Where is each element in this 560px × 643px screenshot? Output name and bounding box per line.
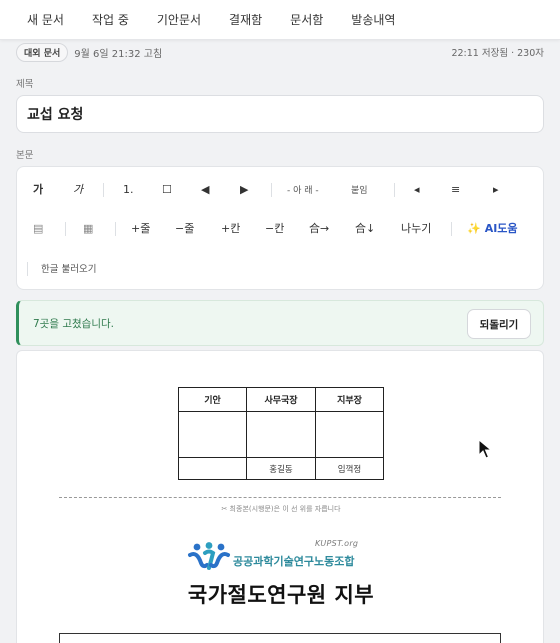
prev-arrow-icon[interactable]: ◀ [201, 183, 209, 197]
ai-help-label: AI도움 [484, 222, 518, 235]
approval-sign-cell[interactable] [178, 411, 247, 458]
title-label: 제목 [16, 79, 34, 90]
toolbar-divider [27, 262, 28, 276]
align-right-icon[interactable]: ▸ [493, 183, 499, 197]
union-logo-icon [188, 542, 230, 570]
toolbar-divider [65, 222, 66, 236]
save-status: 22:11 저장됨 · 230자 [451, 48, 544, 59]
fix-notice-message: 7곳을 고쳤습니다. [33, 317, 114, 330]
approval-header-branch-head: 지부장 [315, 387, 384, 412]
delete-row-button[interactable]: −줄 [175, 222, 194, 236]
sparkle-icon: ✨ [467, 222, 481, 235]
toolbar-divider [451, 222, 452, 236]
logo-org-name: 공공과학기술연구노동조합 [233, 555, 355, 568]
body-label: 본문 [16, 150, 34, 161]
mouse-cursor-icon [478, 439, 492, 459]
tab-new-doc[interactable]: 새 문서 [27, 11, 64, 28]
import-hwp-button[interactable]: 한글 불러오기 [41, 263, 96, 277]
toolbar-divider [394, 183, 395, 197]
tab-sent[interactable]: 발송내역 [351, 11, 395, 28]
approval-header-draft: 기안 [178, 387, 247, 412]
toolbar-divider [103, 183, 104, 197]
checkbox-button[interactable]: ☐ [162, 183, 172, 197]
next-arrow-icon[interactable]: ▶ [240, 183, 248, 197]
approval-table: 기안 사무국장 지부장 홍길동 임꺽정 [178, 387, 384, 480]
table-icon[interactable]: ▦ [83, 222, 93, 236]
approval-sign-cell[interactable] [315, 411, 384, 458]
tab-in-progress[interactable]: 작업 중 [92, 11, 129, 28]
approval-header-secretary: 사무국장 [246, 387, 316, 412]
bold-button[interactable]: 가 [33, 183, 43, 197]
title-input[interactable]: 교섭 요청 [16, 95, 544, 133]
cut-line [59, 497, 501, 498]
doc-meta-row: 대외 문서 9월 6일 21:32 고침 22:11 저장됨 · 230자 [16, 41, 544, 63]
editor-toolbar: 가 가 1. ☐ ◀ ▶ - 아 래 - 붙임 ◂ ≡ ▸ ▤ ▦ +줄 −줄 … [16, 166, 544, 290]
union-logo: KUPST.org 공공과학기술연구노동조합 [187, 539, 387, 573]
add-column-button[interactable]: +칸 [221, 222, 240, 236]
merge-right-button[interactable]: 合→ [309, 222, 329, 236]
toolbar-divider [115, 222, 116, 236]
edited-time: 9월 6일 21:32 고침 [74, 48, 163, 60]
approval-name-cell: 임꺽정 [315, 457, 384, 480]
delete-column-button[interactable]: −칸 [265, 222, 284, 236]
merge-down-button[interactable]: 合↓ [355, 222, 375, 236]
tab-drafts[interactable]: 기안문서 [157, 11, 201, 28]
fix-notice-banner: 7곳을 고쳤습니다. 되돌리기 [16, 300, 544, 346]
quote-block-icon[interactable]: ▤ [33, 222, 43, 236]
logo-site-name: KUPST.org [315, 539, 359, 548]
ordered-list-button[interactable]: 1. [123, 183, 134, 197]
split-cell-button[interactable]: 나누기 [401, 222, 431, 236]
top-nav: 새 문서 작업 중 기안문서 결재함 문서함 발송내역 [0, 0, 560, 40]
document-preview: 기안 사무국장 지부장 홍길동 임꺽정 ✂ 최종본(시행문)은 이 선 위를 자… [16, 350, 544, 643]
tab-approval-box[interactable]: 결재함 [229, 11, 262, 28]
document-body-box[interactable] [59, 633, 501, 643]
cut-line-note: ✂ 최종본(시행문)은 이 선 위를 자릅니다 [221, 505, 341, 513]
tab-doc-box[interactable]: 문서함 [290, 11, 323, 28]
document-title: 국가절도연구원 지부 [187, 583, 375, 607]
italic-button[interactable]: 가 [73, 183, 83, 197]
approval-name-cell: 홍길동 [246, 457, 316, 480]
add-row-button[interactable]: +줄 [131, 222, 150, 236]
approval-name-cell [178, 457, 247, 480]
attach-button[interactable]: 붙임 [351, 184, 368, 198]
doc-type-badge[interactable]: 대외 문서 [16, 42, 69, 62]
align-center-icon[interactable]: ≡ [451, 183, 460, 197]
toolbar-divider [271, 183, 272, 197]
ai-help-button[interactable]: ✨ AI도움 [467, 222, 518, 236]
align-left-icon[interactable]: ◂ [414, 183, 420, 197]
insert-below-marker-button[interactable]: - 아 래 - [287, 184, 319, 198]
revert-button[interactable]: 되돌리기 [467, 309, 531, 339]
approval-sign-cell[interactable] [246, 411, 316, 458]
